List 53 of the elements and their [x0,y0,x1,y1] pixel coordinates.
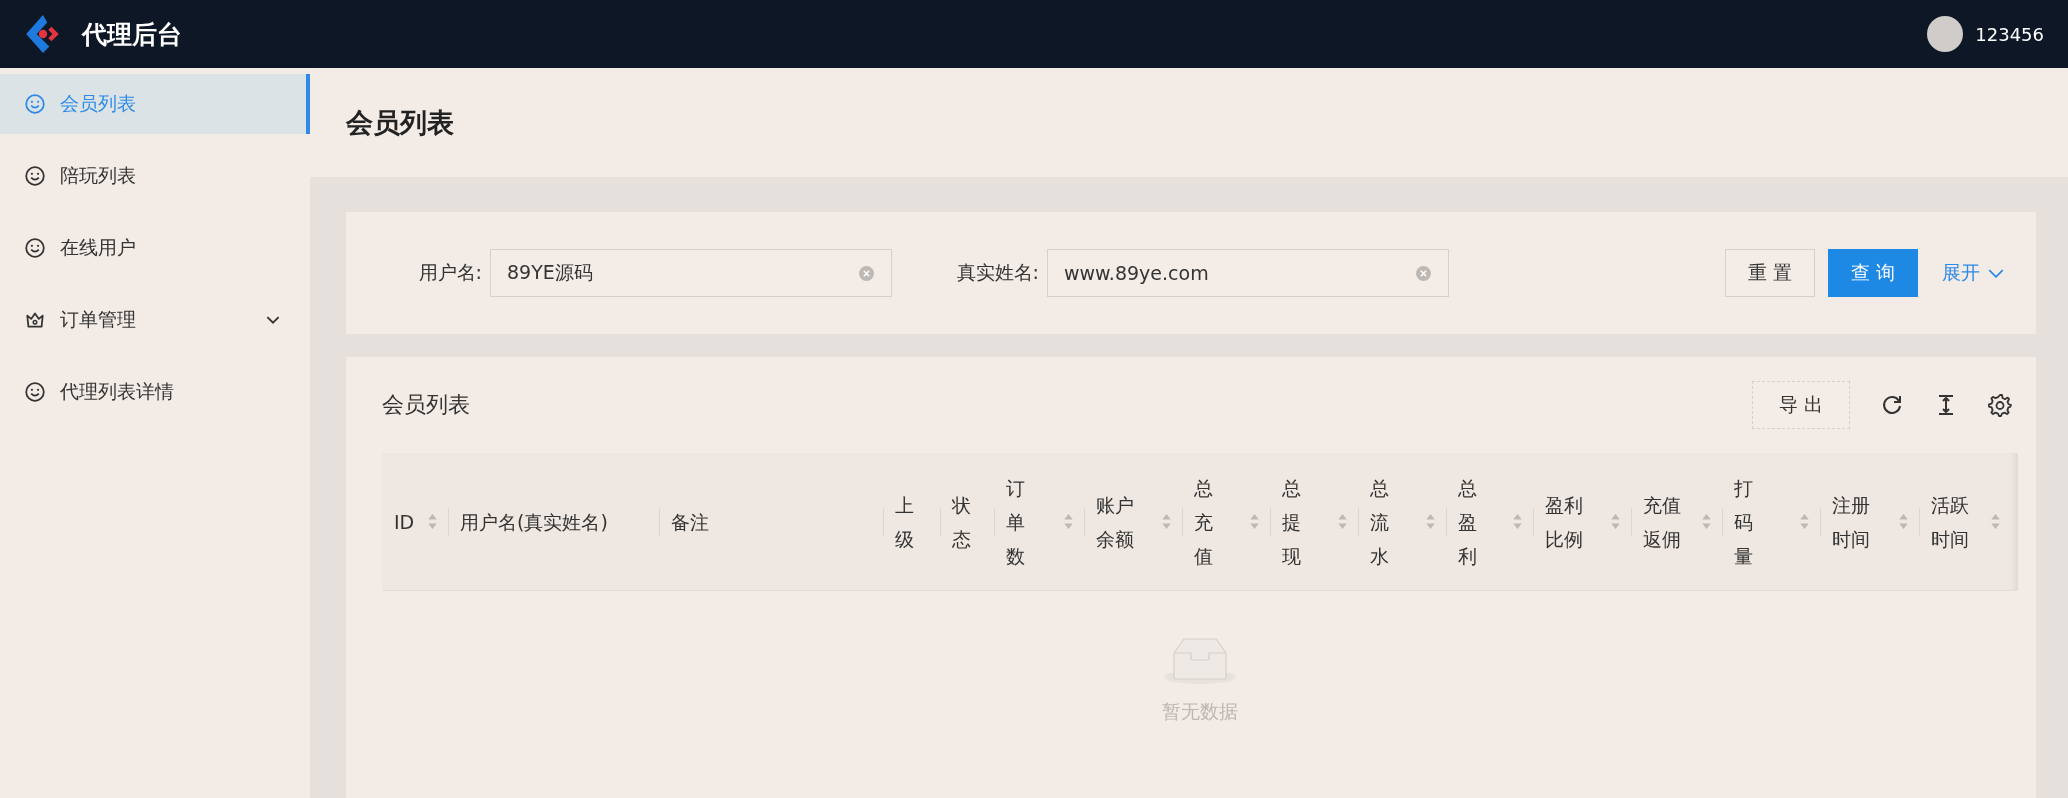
column-header: ID [394,509,415,535]
avatar[interactable] [1927,16,1964,52]
column-header: 打码量 [1734,475,1753,569]
column-header: 状态 [952,492,971,552]
smiley-icon [24,93,46,115]
column-header: 总充值 [1194,475,1213,569]
clear-icon[interactable] [1415,264,1432,282]
sidebar-item[interactable]: 陪玩列表 [0,146,310,206]
column-header: 备注 [671,509,709,535]
column-header: 用户名(真实姓名) [460,509,608,535]
column-header: 上级 [895,492,914,552]
settings-icon[interactable] [1988,393,2012,417]
column-header: 账户余额 [1096,492,1134,552]
sort-icon[interactable] [1425,512,1436,531]
sort-icon[interactable] [1161,512,1172,531]
export-button[interactable]: 导 出 [1751,381,1850,429]
sidebar-item[interactable]: 订单管理 [0,290,310,350]
sort-icon[interactable] [1898,512,1909,531]
column-header: 总流水 [1370,475,1389,569]
column-header: 充值返佣 [1643,492,1681,552]
smiley-icon [24,165,46,187]
sort-icon[interactable] [1990,512,2001,531]
sort-icon[interactable] [1063,512,1074,531]
sort-icon[interactable] [427,512,438,531]
input-field[interactable]: 89YE源码 [490,249,892,297]
field-label: 用户名: [417,260,483,285]
clear-icon[interactable] [858,264,875,282]
sort-icon[interactable] [1512,512,1523,531]
column-header: 活跃时间 [1931,492,1969,552]
smiley-icon [24,237,46,259]
search-button[interactable]: 查 询 [1827,249,1918,297]
user-name[interactable]: 123456 [1975,23,2044,45]
refresh-icon[interactable] [1880,393,1904,417]
table-title: 会员列表 [382,391,470,419]
sort-icon[interactable] [1799,512,1810,531]
column-header: 注册时间 [1832,492,1870,552]
reset-button[interactable]: 重 置 [1724,249,1815,297]
chevron-icon [1988,268,2004,278]
sidebar-item[interactable]: 代理列表详情 [0,362,310,422]
sort-icon[interactable] [1610,512,1621,531]
column-header: 订单数 [1006,475,1025,569]
column-header: 总提现 [1282,475,1301,569]
column-header: 总盈利 [1458,475,1477,569]
column-header: 盈利比例 [1545,492,1583,552]
field-label: 真实姓名: [955,260,1040,285]
input-field[interactable]: www.89ye.com [1047,249,1449,297]
app-title: 代理后台 [82,18,182,51]
smiley-icon [24,381,46,403]
sidebar-item[interactable]: 在线用户 [0,218,310,278]
sort-icon[interactable] [1701,512,1712,531]
page-title: 会员列表 [346,105,454,140]
sort-icon[interactable] [1249,512,1260,531]
sort-icon[interactable] [1337,512,1348,531]
